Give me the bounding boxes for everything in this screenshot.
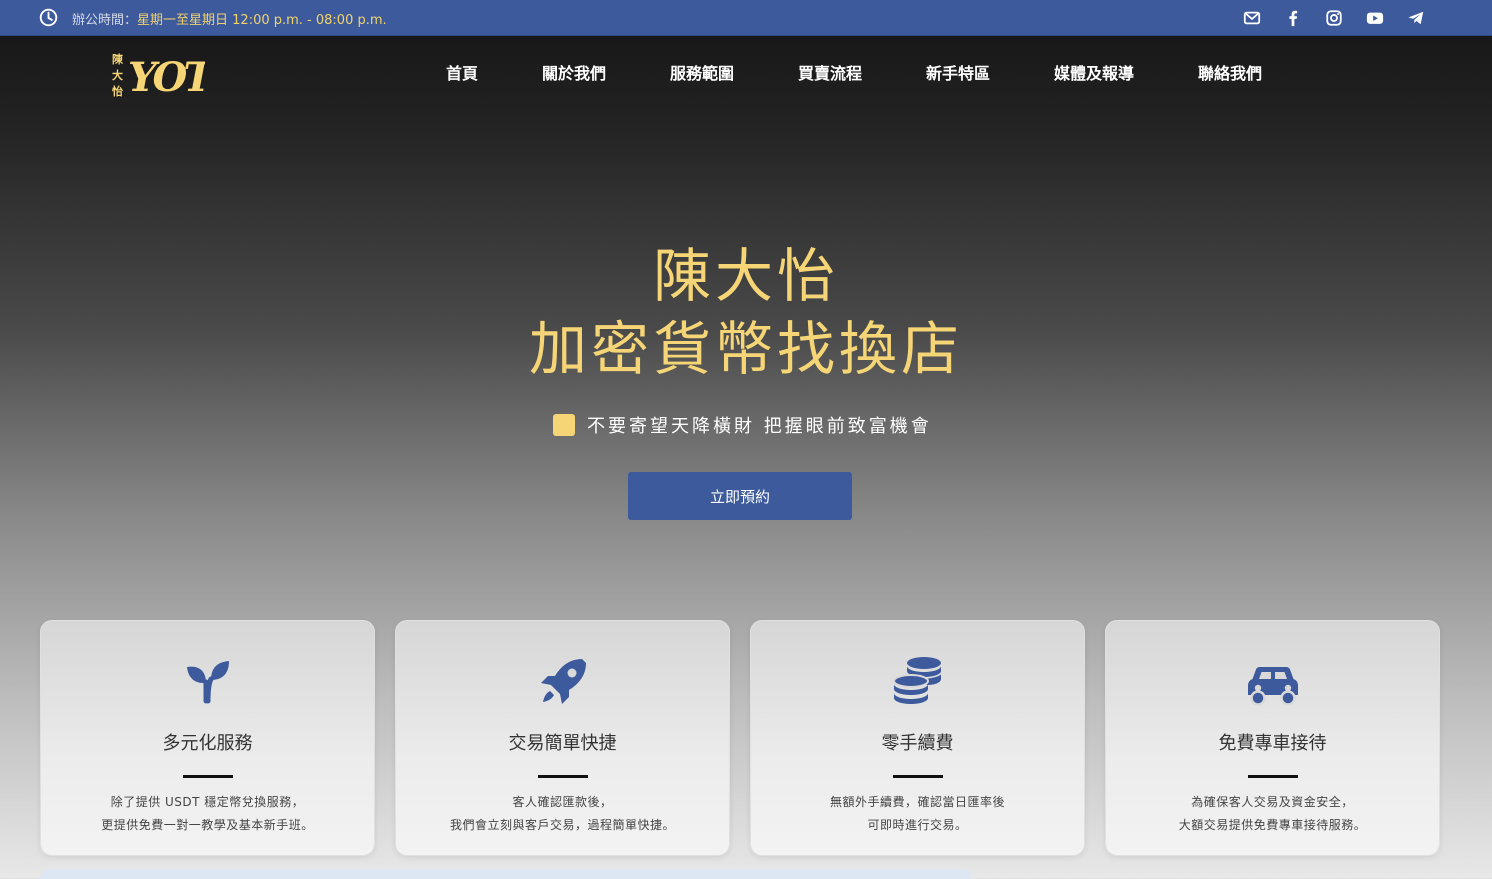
feature-card-zero-fee: 零手續費 無額外手續費，確認當日匯率後 可即時進行交易。 [750, 620, 1085, 856]
instagram-icon[interactable] [1313, 7, 1354, 29]
rocket-icon [540, 659, 586, 704]
svg-text:怡: 怡 [112, 84, 123, 98]
youtube-icon[interactable] [1354, 7, 1395, 29]
seedling-icon [186, 661, 229, 704]
card-desc-line2: 可即時進行交易。 [867, 818, 968, 832]
book-now-button[interactable]: 立即預約 [628, 472, 852, 520]
nav-item-about[interactable]: 關於我們 [542, 60, 670, 84]
tagline-square-icon [553, 414, 575, 436]
hero-title-line2: 加密貨幣找換店 [528, 315, 963, 383]
card-desc-line1: 客人確認匯款後， [512, 795, 613, 809]
card-divider [1247, 775, 1298, 778]
telegram-icon[interactable] [1395, 7, 1436, 29]
svg-text:大: 大 [112, 68, 123, 82]
nav-item-contact[interactable]: 聯絡我們 [1198, 60, 1298, 84]
main-nav: 陳 大 怡 YOTC 首頁 關於我們 服務範圍 買賣流程 新手特區 媒體及報導 … [0, 37, 1492, 107]
card-title: 免費專車接待 [1218, 733, 1327, 754]
coins-icon [892, 657, 941, 704]
card-desc-line2: 我們會立刻與客戶交易，過程簡單快捷。 [449, 818, 675, 832]
nav-item-home[interactable]: 首頁 [446, 60, 542, 84]
card-divider [892, 775, 943, 778]
card-desc-line1: 除了提供 USDT 穩定幣兌換服務， [110, 795, 305, 809]
svg-text:YOTC: YOTC [128, 54, 205, 99]
card-title: 多元化服務 [162, 733, 253, 754]
next-section-panel [40, 869, 972, 879]
car-icon [1247, 667, 1298, 706]
card-divider [537, 775, 588, 778]
card-desc-line2: 更提供免費一對一教學及基本新手班。 [101, 818, 314, 832]
card-desc-line1: 無額外手續費，確認當日匯率後 [829, 795, 1005, 809]
clock-icon [39, 8, 58, 27]
top-bar: 辦公時間：星期一至星期日 12:00 p.m. - 08:00 p.m. [0, 0, 1492, 36]
feature-card-diversified: 多元化服務 除了提供 USDT 穩定幣兌換服務， 更提供免費一對一教學及基本新手… [40, 620, 375, 856]
social-links [1231, 7, 1436, 29]
facebook-icon[interactable] [1272, 7, 1313, 29]
svg-text:陳: 陳 [112, 52, 124, 66]
card-desc-line1: 為確保客人交易及資金安全， [1191, 795, 1354, 809]
nav-item-media[interactable]: 媒體及報導 [1054, 60, 1198, 84]
email-icon[interactable] [1231, 7, 1272, 29]
office-hours: 辦公時間：星期一至星期日 12:00 p.m. - 08:00 p.m. [72, 9, 387, 28]
hero-title-line1: 陳大怡 [652, 242, 839, 310]
feature-card-fast-trade: 交易簡單快捷 客人確認匯款後， 我們會立刻與客戶交易，過程簡單快捷。 [395, 620, 730, 856]
card-title: 零手續費 [881, 733, 954, 754]
tagline-text: 不要寄望天降橫財 把握眼前致富機會 [587, 416, 932, 437]
card-divider [182, 775, 233, 778]
nav-item-beginners[interactable]: 新手特區 [926, 60, 1054, 84]
office-hours-value: 星期一至星期日 12:00 p.m. - 08:00 p.m. [137, 13, 387, 28]
hero-tagline: 不要寄望天降橫財 把握眼前致富機會 [553, 412, 932, 438]
brand-logo[interactable]: 陳 大 怡 YOTC [110, 47, 205, 99]
card-title: 交易簡單快捷 [508, 733, 617, 754]
feature-card-free-car: 免費專車接待 為確保客人交易及資金安全， 大額交易提供免費專車接待服務。 [1105, 620, 1440, 856]
office-hours-label: 辦公時間： [72, 13, 138, 28]
nav-menu: 首頁 關於我們 服務範圍 買賣流程 新手特區 媒體及報導 聯絡我們 [446, 60, 1298, 84]
card-desc-line2: 大額交易提供免費專車接待服務。 [1178, 818, 1367, 832]
nav-item-process[interactable]: 買賣流程 [798, 60, 926, 84]
nav-item-services[interactable]: 服務範圍 [670, 60, 798, 84]
